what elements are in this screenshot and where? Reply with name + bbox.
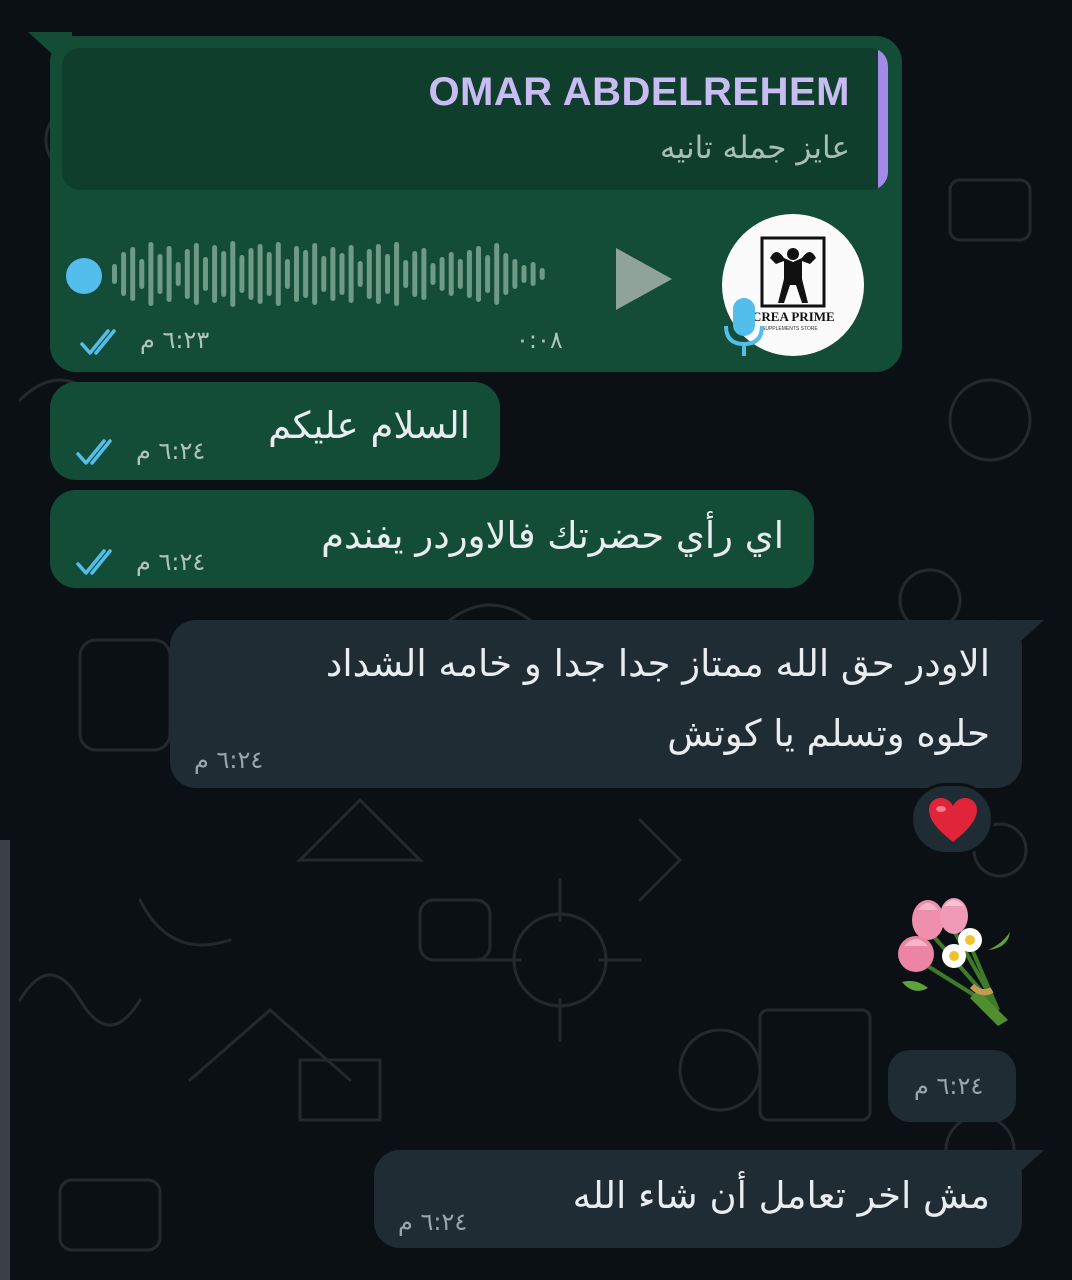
- outgoing-message[interactable]: السلام عليكم ٦:٢٤ م: [50, 382, 500, 480]
- message-line-2: حلوه وتسلم يا كوتش: [667, 712, 990, 755]
- waveform-bar: [121, 252, 127, 296]
- waveform-bar: [530, 262, 536, 286]
- voice-duration: ٠:٠٨: [516, 326, 563, 354]
- waveform-bar: [430, 263, 436, 285]
- quote-accent-bar: [878, 48, 888, 190]
- message-text: اي رأي حضرتك فالاوردر يفندم: [321, 514, 784, 557]
- message-time: ٦:٢٤ م: [194, 746, 264, 774]
- waveform-bar: [321, 256, 327, 292]
- waveform-bar: [257, 244, 263, 304]
- outgoing-message[interactable]: اي رأي حضرتك فالاوردر يفندم ٦:٢٤ م: [50, 490, 814, 588]
- incoming-message[interactable]: الاودر حق الله ممتاز جدا جدا و خامه الشد…: [170, 620, 1044, 788]
- waveform-bar: [503, 253, 509, 295]
- message-text: السلام عليكم: [268, 404, 470, 447]
- bubble-tail: [1000, 1150, 1044, 1190]
- waveform-bar: [221, 251, 227, 297]
- waveform-bar: [421, 248, 427, 300]
- waveform-bar: [339, 253, 345, 295]
- flower-bouquet-sticker[interactable]: [888, 890, 1028, 1030]
- waveform-bar: [130, 247, 136, 301]
- sticker-time-pill: ٦:٢٤ م: [888, 1050, 1016, 1122]
- waveform-bar: [539, 268, 545, 280]
- waveform-bar: [166, 246, 172, 302]
- waveform-bar: [303, 250, 309, 298]
- incoming-message[interactable]: مش اخر تعامل أن شاء الله ٦:٢٤ م: [374, 1150, 1044, 1248]
- heart-icon: [929, 798, 977, 842]
- read-ticks-icon: [76, 439, 112, 465]
- waveform-bar: [230, 241, 236, 307]
- playback-position-dot[interactable]: [66, 258, 102, 294]
- waveform-bar: [375, 244, 381, 304]
- waveform-bar: [439, 257, 445, 291]
- microphone-icon: [724, 298, 764, 356]
- read-ticks-icon: [76, 549, 112, 575]
- waveform-bar: [403, 260, 409, 288]
- waveform-bar: [112, 264, 117, 284]
- waveform-bar: [448, 252, 454, 296]
- bubble-tail: [1000, 620, 1044, 660]
- waveform-bar: [157, 254, 163, 294]
- waveform-bar: [275, 242, 281, 306]
- voice-message-bubble[interactable]: OMAR ABDELREHEM عايز جمله تانيه CREA PRI…: [28, 32, 902, 372]
- quoted-reply[interactable]: OMAR ABDELREHEM عايز جمله تانيه: [62, 48, 888, 190]
- waveform-bar: [203, 257, 208, 291]
- waveform-bar: [394, 242, 400, 306]
- waveform-bar: [184, 249, 190, 299]
- read-ticks-icon: [80, 329, 116, 355]
- waveform-bar: [348, 245, 354, 303]
- message-time: ٦:٢٤ م: [398, 1208, 468, 1236]
- message-time: ٦:٢٤ م: [914, 1072, 984, 1100]
- waveform-bar: [412, 251, 418, 297]
- waveform-bar: [212, 245, 218, 303]
- waveform-bar: [175, 262, 181, 286]
- waveform-bar: [330, 247, 336, 301]
- waveform-bar: [148, 242, 154, 306]
- message-time: ٦:٢٣ م: [140, 326, 210, 354]
- reaction-badge[interactable]: ❤️: [910, 783, 994, 855]
- waveform-bar: [476, 246, 481, 302]
- quoted-message-text: عايز جمله تانيه: [659, 130, 850, 166]
- message-time: ٦:٢٤ م: [136, 548, 206, 576]
- message-text: مش اخر تعامل أن شاء الله: [572, 1174, 990, 1217]
- waveform-bar: [385, 254, 390, 294]
- message-line-1: الاودر حق الله ممتاز جدا جدا و خامه الشد…: [325, 642, 990, 685]
- avatar-tagline: SUPPLEMENTS STORE: [762, 326, 818, 332]
- waveform-bar: [466, 250, 472, 298]
- waveform-bar: [294, 246, 299, 302]
- waveform-bar: [457, 259, 463, 289]
- voice-waveform[interactable]: [108, 236, 554, 312]
- waveform-bar: [521, 265, 527, 283]
- message-time: ٦:٢٤ م: [136, 437, 206, 465]
- waveform-bar: [312, 243, 318, 305]
- waveform-bar: [366, 249, 372, 299]
- waveform-bar: [266, 252, 272, 296]
- waveform-bar: [485, 255, 491, 293]
- waveform-bar: [139, 259, 145, 289]
- waveform-bar: [193, 243, 199, 305]
- bodybuilder-logo-icon: [760, 236, 826, 308]
- waveform-bar: [357, 261, 363, 287]
- waveform-bar: [494, 243, 500, 305]
- waveform-bar: [248, 248, 254, 300]
- waveform-bar: [284, 259, 290, 289]
- waveform-bar: [239, 255, 245, 293]
- waveform-bar: [512, 259, 518, 289]
- play-icon[interactable]: [612, 246, 676, 312]
- quoted-sender-name: OMAR ABDELREHEM: [428, 70, 850, 114]
- scroll-edge: [0, 840, 10, 1280]
